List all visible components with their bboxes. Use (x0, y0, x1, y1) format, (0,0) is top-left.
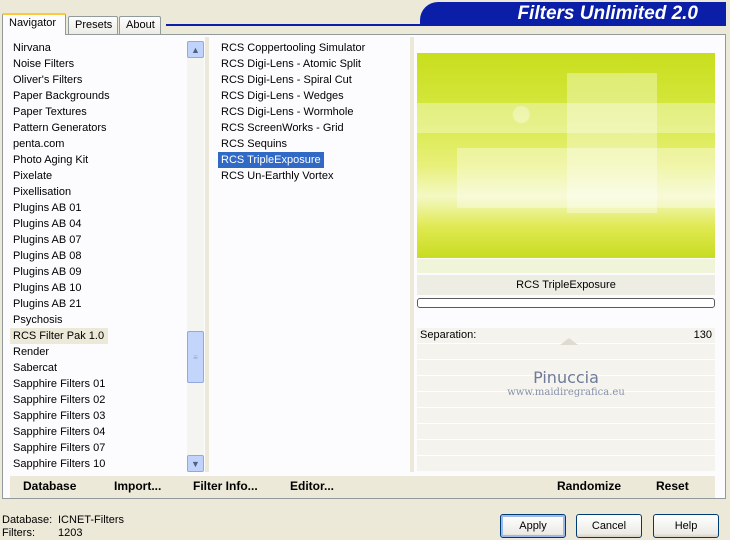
category-item[interactable]: Photo Aging Kit (10, 152, 186, 168)
tab-presets[interactable]: Presets (68, 16, 118, 34)
category-item[interactable]: Plugins AB 08 (10, 248, 186, 264)
category-item[interactable]: Render (10, 344, 186, 360)
apply-button[interactable]: Apply (500, 514, 566, 538)
category-item[interactable]: Oliver's Filters (10, 72, 186, 88)
navigator-panel: Nirvana Noise Filters Oliver's Filters Pape… (2, 34, 726, 499)
category-item[interactable]: Plugins AB 10 (10, 280, 186, 296)
filters-count: 1203 (58, 527, 83, 539)
category-item[interactable]: Sapphire Filters 07 (10, 440, 186, 456)
category-item[interactable]: Paper Backgrounds (10, 88, 186, 104)
category-item[interactable]: RCS Filter Pak 1.0 (10, 328, 108, 344)
category-item[interactable]: Sapphire Filters 10 (10, 456, 186, 472)
control-value: 130 (693, 329, 712, 341)
cancel-button[interactable]: Cancel (576, 514, 642, 538)
control-row-empty (417, 408, 715, 424)
database-value: ICNET-Filters (58, 514, 124, 526)
category-item[interactable]: Nirvana (10, 40, 186, 56)
control-row-empty (417, 440, 715, 456)
help-button[interactable]: Help (653, 514, 719, 538)
category-item[interactable]: Sapphire Filters 03 (10, 408, 186, 424)
tab-navigator[interactable]: Navigator (2, 13, 66, 35)
bottom-toolbar: Database Import... Filter Info... Editor… (10, 476, 715, 498)
category-item[interactable]: Psychosis (10, 312, 186, 328)
filters-label: Filters: (2, 527, 35, 539)
database-label: Database: (2, 514, 53, 526)
scroll-up-icon[interactable]: ▲ (187, 41, 204, 58)
category-item[interactable]: Sapphire Filters 04 (10, 424, 186, 440)
category-item[interactable]: Sapphire Filters 01 (10, 376, 186, 392)
control-label: Separation: (420, 329, 477, 341)
randomize-button[interactable]: Randomize (557, 479, 621, 493)
category-item[interactable]: Sabercat (10, 360, 186, 376)
filter-item[interactable]: RCS Sequins (218, 136, 408, 152)
filter-item[interactable]: RCS TripleExposure (218, 152, 324, 168)
category-item[interactable]: Plugins AB 07 (10, 232, 186, 248)
category-item[interactable]: Pixellisation (10, 184, 186, 200)
category-item[interactable]: Plugins AB 21 (10, 296, 186, 312)
pane-divider (205, 37, 209, 472)
category-item[interactable]: Paper Textures (10, 104, 186, 120)
progress-bar (417, 298, 715, 308)
control-row-empty (417, 344, 715, 360)
database-button[interactable]: Database (23, 479, 76, 493)
scroll-down-icon[interactable]: ▼ (187, 455, 204, 472)
app-title-banner: Filters Unlimited 2.0 (420, 2, 726, 26)
filter-item[interactable]: RCS Digi-Lens - Spiral Cut (218, 72, 408, 88)
category-item[interactable]: Noise Filters (10, 56, 186, 72)
filter-item[interactable]: RCS Digi-Lens - Wedges (218, 88, 408, 104)
editor-button[interactable]: Editor... (290, 479, 334, 493)
category-scrollbar[interactable]: ▲ ≡ ▼ (187, 41, 204, 472)
scroll-thumb[interactable]: ≡ (187, 331, 204, 383)
filter-item[interactable]: RCS Digi-Lens - Atomic Split (218, 56, 408, 72)
category-item[interactable]: Plugins AB 01 (10, 200, 186, 216)
category-item[interactable]: Plugins AB 04 (10, 216, 186, 232)
filter-item[interactable]: RCS Un-Earthly Vortex (218, 168, 408, 184)
preview-filter-name: RCS TripleExposure (417, 275, 715, 295)
filter-item[interactable]: RCS ScreenWorks - Grid (218, 120, 408, 136)
watermark: Pinuccia www.maidiregrafica.eu (417, 368, 715, 398)
preview-bottom-strip (417, 259, 715, 273)
category-item[interactable]: Plugins AB 09 (10, 264, 186, 280)
database-info: Database: ICNET-Filters Filters: 1203 (2, 514, 124, 540)
separation-slider[interactable]: Separation: 130 (417, 328, 715, 345)
category-item[interactable]: Pixelate (10, 168, 186, 184)
filter-list[interactable]: RCS Coppertooling Simulator RCS Digi-Lens… (218, 40, 408, 472)
category-item[interactable]: Pattern Generators (10, 120, 186, 136)
preview-image (417, 53, 715, 258)
category-item[interactable]: Sapphire Filters 02 (10, 392, 186, 408)
import-button[interactable]: Import... (114, 479, 161, 493)
control-row-empty (417, 424, 715, 440)
reset-button[interactable]: Reset (656, 479, 689, 493)
filter-controls: Separation: 130 (417, 328, 715, 471)
watermark-name: Pinuccia (533, 368, 599, 387)
filter-info-button[interactable]: Filter Info... (193, 479, 258, 493)
filter-item[interactable]: RCS Digi-Lens - Wormhole (218, 104, 408, 120)
category-item[interactable]: penta.com (10, 136, 186, 152)
pane-divider (410, 37, 414, 472)
banner-underline (166, 24, 726, 26)
category-list[interactable]: Nirvana Noise Filters Oliver's Filters Pape… (10, 40, 186, 472)
filter-item[interactable]: RCS Coppertooling Simulator (218, 40, 408, 56)
tab-about[interactable]: About (119, 16, 161, 34)
watermark-url: www.maidiregrafica.eu (507, 387, 625, 398)
